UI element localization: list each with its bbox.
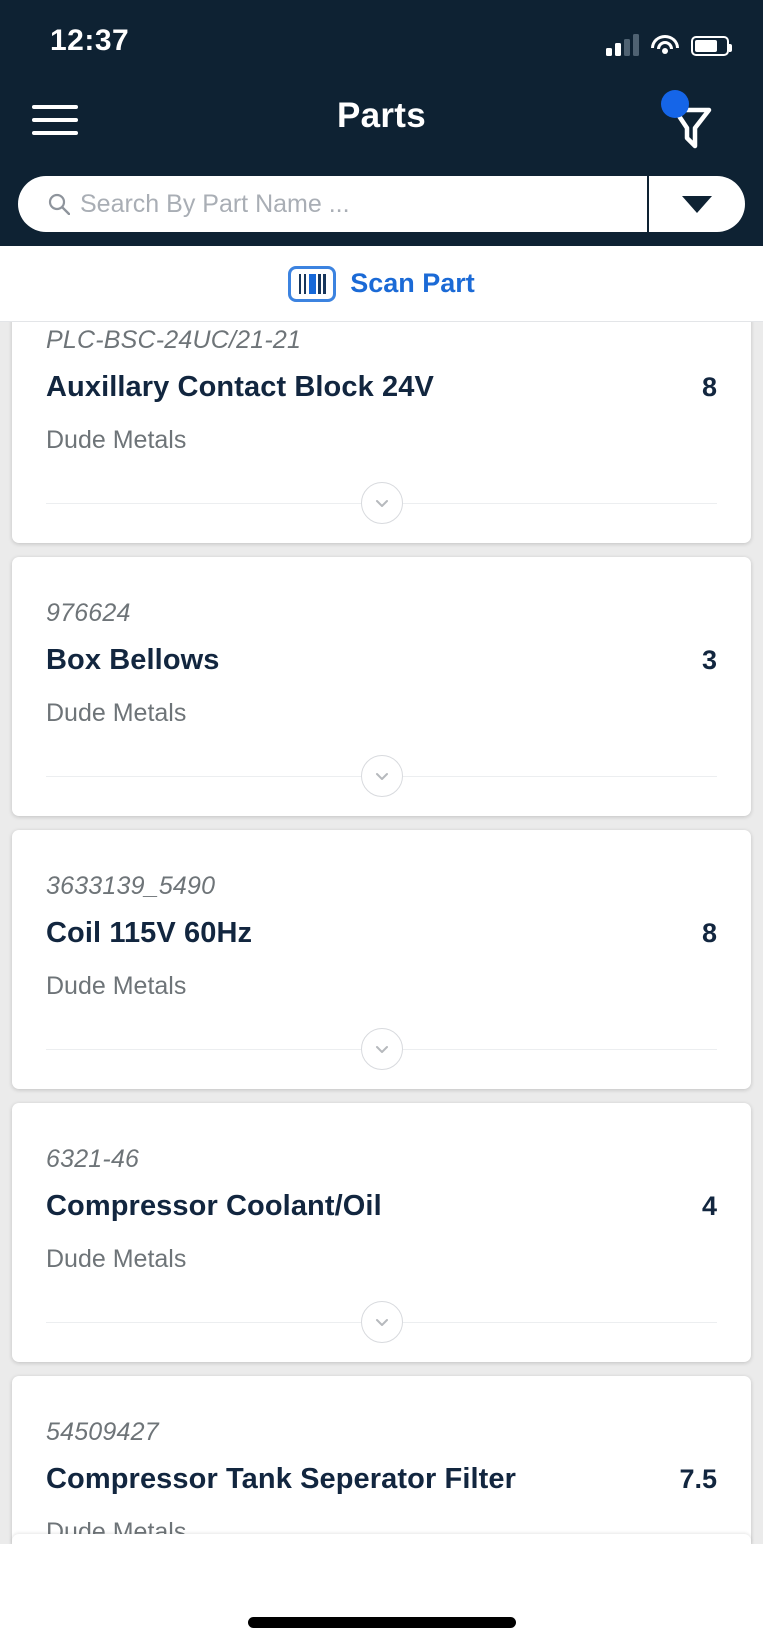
- barcode-icon: [288, 265, 337, 302]
- status-bar-icons: [606, 26, 732, 56]
- part-name: Compressor Tank Seperator Filter: [46, 1463, 517, 1495]
- part-name: Box Bellows: [46, 644, 220, 676]
- next-card-peek: [12, 1534, 751, 1544]
- chevron-down-circle-icon: [375, 1046, 388, 1053]
- chevron-down-circle-icon: [375, 1319, 388, 1326]
- part-sku: 3633139_5490: [46, 872, 216, 900]
- part-supplier: Dude Metals: [46, 972, 187, 1000]
- filter-badge-dot: [661, 90, 689, 118]
- part-card[interactable]: PLC-BSC-24UC/21-21 Auxillary Contact Blo…: [12, 322, 751, 543]
- part-sku: 54509427: [46, 1418, 159, 1446]
- part-quantity: 4: [701, 1191, 717, 1221]
- part-supplier: Dude Metals: [46, 1245, 187, 1273]
- part-card-footer: [46, 1011, 717, 1089]
- part-quantity: 3: [701, 645, 717, 675]
- part-card-footer: [46, 738, 717, 816]
- page-title: Parts: [336, 96, 427, 135]
- parts-list[interactable]: PLC-BSC-24UC/21-21 Auxillary Contact Blo…: [0, 322, 763, 1544]
- part-quantity: 8: [701, 372, 717, 402]
- part-expand-button[interactable]: [360, 482, 403, 524]
- battery-icon: [691, 36, 732, 56]
- wifi-icon: [651, 35, 679, 56]
- phone-screen: 12:37 Parts Search By Part Name ... Scan…: [0, 0, 763, 1650]
- app-header: 12:37 Parts: [0, 0, 763, 246]
- filter-button[interactable]: [657, 90, 723, 156]
- chevron-down-circle-icon: [375, 500, 388, 507]
- part-sku: PLC-BSC-24UC/21-21: [46, 326, 302, 354]
- part-supplier: Dude Metals: [46, 699, 187, 727]
- part-card[interactable]: 54509427 Compressor Tank Seperator Filte…: [12, 1376, 751, 1544]
- part-name: Auxillary Contact Block 24V: [46, 371, 434, 403]
- cellular-signal-icon: [606, 34, 639, 56]
- part-supplier: Dude Metals: [46, 426, 187, 454]
- part-card-footer: [46, 465, 717, 543]
- search-filter-dropdown[interactable]: [649, 176, 745, 232]
- search-icon: [48, 193, 70, 215]
- scan-part-button[interactable]: Scan Part: [0, 246, 763, 322]
- navigation-bar: Parts: [0, 78, 763, 168]
- part-expand-button[interactable]: [360, 1028, 403, 1070]
- status-bar-time: 12:37: [50, 24, 130, 57]
- home-indicator[interactable]: [247, 1617, 516, 1628]
- part-name: Compressor Coolant/Oil: [46, 1190, 382, 1222]
- part-expand-button[interactable]: [360, 1301, 403, 1343]
- part-expand-button[interactable]: [360, 755, 403, 797]
- status-bar: 12:37: [0, 0, 763, 78]
- chevron-down-circle-icon: [375, 773, 388, 780]
- part-quantity: 8: [701, 918, 717, 948]
- part-card-footer: [46, 1284, 717, 1362]
- part-card[interactable]: 3633139_5490 Coil 115V 60Hz 8 Dude Metal…: [12, 830, 751, 1089]
- part-name: Coil 115V 60Hz: [46, 917, 253, 949]
- search-bar-container: [18, 176, 745, 232]
- search-bar: [18, 176, 745, 232]
- search-input[interactable]: [80, 176, 625, 232]
- part-card[interactable]: 6321-46 Compressor Coolant/Oil 4 Dude Me…: [12, 1103, 751, 1362]
- part-card[interactable]: 976624 Box Bellows 3 Dude Metals: [12, 557, 751, 816]
- part-sku: 976624: [46, 599, 131, 627]
- chevron-down-icon: [682, 195, 712, 213]
- bottom-safe-area: [0, 1544, 763, 1650]
- scan-part-label: Scan Part: [350, 268, 475, 298]
- part-quantity: 7.5: [679, 1464, 717, 1494]
- part-sku: 6321-46: [46, 1145, 140, 1173]
